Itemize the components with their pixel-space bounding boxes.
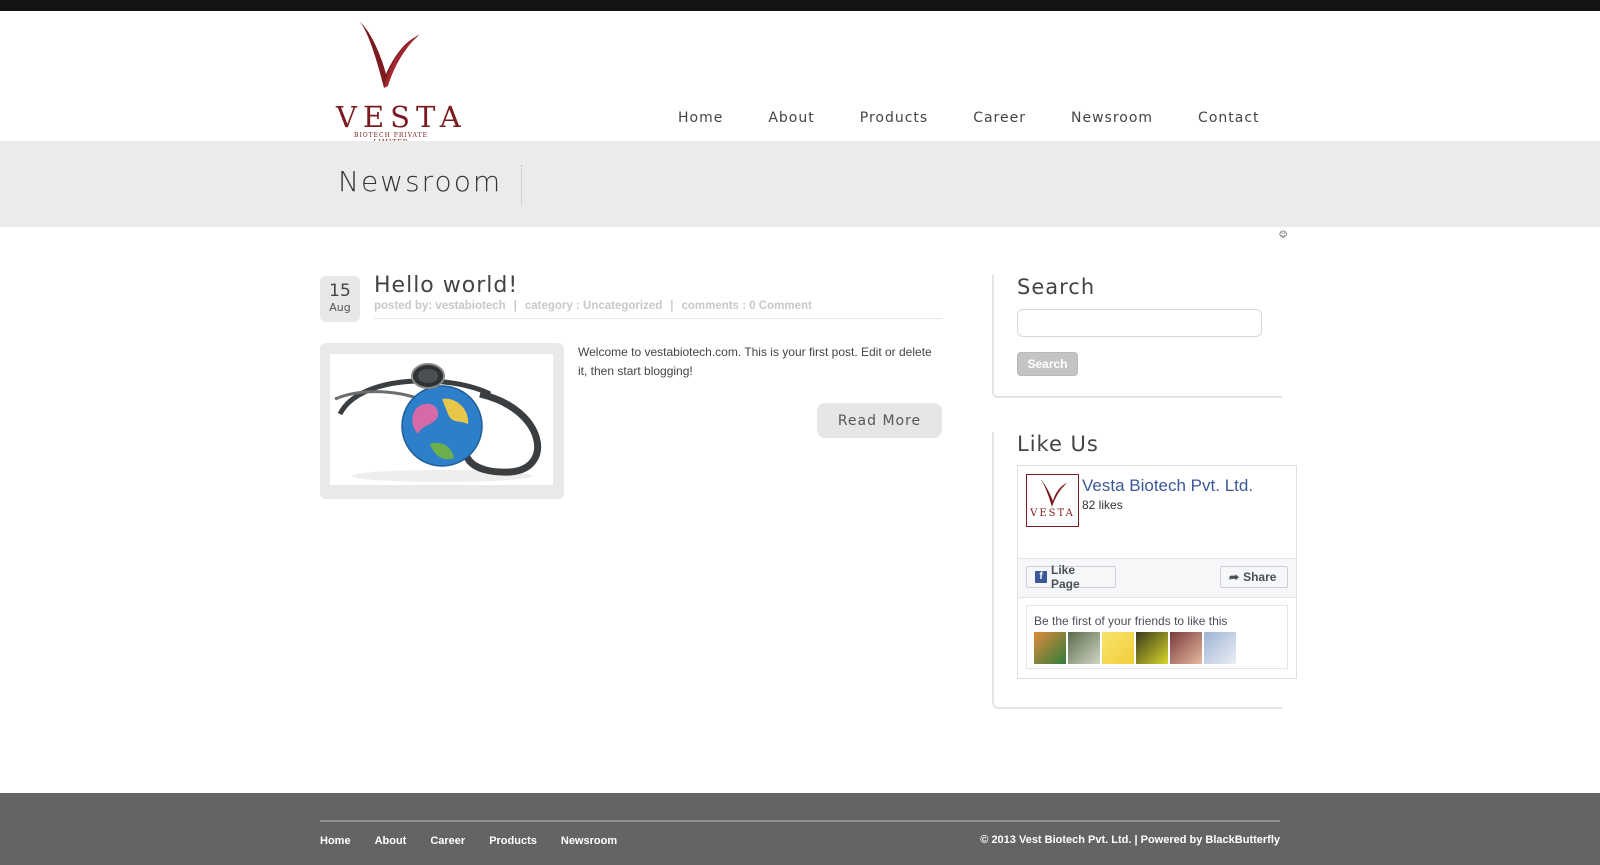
search-button[interactable]: Search: [1017, 352, 1078, 376]
nav-home[interactable]: Home: [678, 110, 723, 126]
nav-about[interactable]: About: [768, 110, 814, 126]
footer-divider: [320, 820, 1280, 822]
smiley-icon: ☺: [1279, 230, 1288, 239]
fb-friends-panel: Be the first of your friends to like thi…: [1026, 605, 1288, 669]
footer-nav: Home About Career Products Newsroom: [320, 835, 641, 847]
title-divider: [521, 165, 522, 205]
footer-nav-about[interactable]: About: [375, 835, 407, 847]
post-excerpt: Welcome to vestabiotech.com. This is you…: [578, 345, 932, 378]
page-title-band: Newsroom: [0, 141, 1600, 227]
fb-friends-text: Be the first of your friends to like thi…: [1034, 614, 1228, 628]
friend-avatar[interactable]: [1204, 632, 1236, 664]
site-header: VESTA BIOTECH PRIVATE LIMITED Home About…: [0, 11, 1600, 146]
friend-avatar[interactable]: [1102, 632, 1134, 664]
top-bar: [0, 0, 1600, 11]
fb-page-name[interactable]: Vesta Biotech Pvt. Ltd.: [1082, 476, 1253, 496]
vesta-v-icon: [1039, 478, 1067, 507]
post-author[interactable]: posted by: vestabiotech: [374, 300, 506, 312]
fb-share-label: Share: [1243, 570, 1277, 584]
friend-avatar[interactable]: [1136, 632, 1168, 664]
footer-nav-career[interactable]: Career: [430, 835, 465, 847]
nav-contact[interactable]: Contact: [1198, 110, 1259, 126]
footer-nav-newsroom[interactable]: Newsroom: [561, 835, 617, 847]
search-widget: Search Search: [992, 275, 1282, 398]
copyright-text: © 2013 Vest Biotech Pvt. Ltd. | Powered …: [980, 834, 1280, 846]
nav-newsroom[interactable]: Newsroom: [1071, 110, 1153, 126]
footer-nav-products[interactable]: Products: [489, 835, 537, 847]
post-thumbnail-image: [330, 354, 553, 485]
post-date-day: 15: [329, 281, 351, 301]
search-widget-title: Search: [1017, 275, 1096, 299]
facebook-icon: f: [1035, 571, 1047, 583]
fb-avatar-wordmark: VESTA: [1030, 508, 1075, 519]
like-widget-title: Like Us: [1017, 432, 1099, 456]
like-widget: Like Us VESTA Vesta Biotech Pvt. Ltd. 82…: [992, 432, 1297, 709]
fb-page-header: VESTA Vesta Biotech Pvt. Ltd. 82 likes: [1018, 466, 1296, 558]
nav-products[interactable]: Products: [860, 110, 928, 126]
post-title[interactable]: Hello world!: [374, 273, 518, 298]
fb-page-avatar[interactable]: VESTA: [1026, 474, 1079, 527]
read-more-button[interactable]: Read More: [817, 403, 942, 438]
fb-like-page-button[interactable]: f Like Page: [1026, 563, 1116, 591]
nav-career[interactable]: Career: [973, 110, 1026, 126]
fb-like-count: 82 likes: [1082, 498, 1123, 512]
fb-share-button[interactable]: ➦ Share: [1220, 566, 1288, 588]
fb-friend-avatars: [1034, 632, 1238, 664]
post-date-badge: 15 Aug: [320, 276, 360, 322]
post-thumbnail-frame[interactable]: [320, 343, 564, 499]
post-meta: posted by: vestabiotech | category : Uncat…: [374, 300, 942, 319]
logo-wordmark: VESTA: [336, 100, 467, 134]
search-input[interactable]: [1017, 309, 1262, 337]
main-nav: Home About Products Career Newsroom Cont…: [678, 110, 1305, 126]
share-arrow-icon: ➦: [1229, 570, 1240, 584]
page-title: Newsroom: [338, 165, 503, 198]
facebook-page-plugin: VESTA Vesta Biotech Pvt. Ltd. 82 likes f…: [1017, 465, 1297, 679]
fb-like-page-label: Like Page: [1051, 563, 1080, 591]
site-footer: Home About Career Products Newsroom © 20…: [0, 793, 1600, 865]
footer-nav-home[interactable]: Home: [320, 835, 351, 847]
globe-stethoscope-icon: [334, 363, 542, 482]
logo-v-mark-icon: [358, 20, 420, 88]
post-comments[interactable]: comments : 0 Comment: [681, 300, 811, 312]
friend-avatar[interactable]: [1068, 632, 1100, 664]
fb-actions-bar: f Like Page ➦ Share: [1018, 558, 1296, 598]
post-category[interactable]: category : Uncategorized: [525, 300, 662, 312]
site-logo[interactable]: VESTA BIOTECH PRIVATE LIMITED: [336, 16, 467, 146]
friend-avatar[interactable]: [1170, 632, 1202, 664]
friend-avatar[interactable]: [1034, 632, 1066, 664]
post-date-month: Aug: [329, 301, 351, 314]
